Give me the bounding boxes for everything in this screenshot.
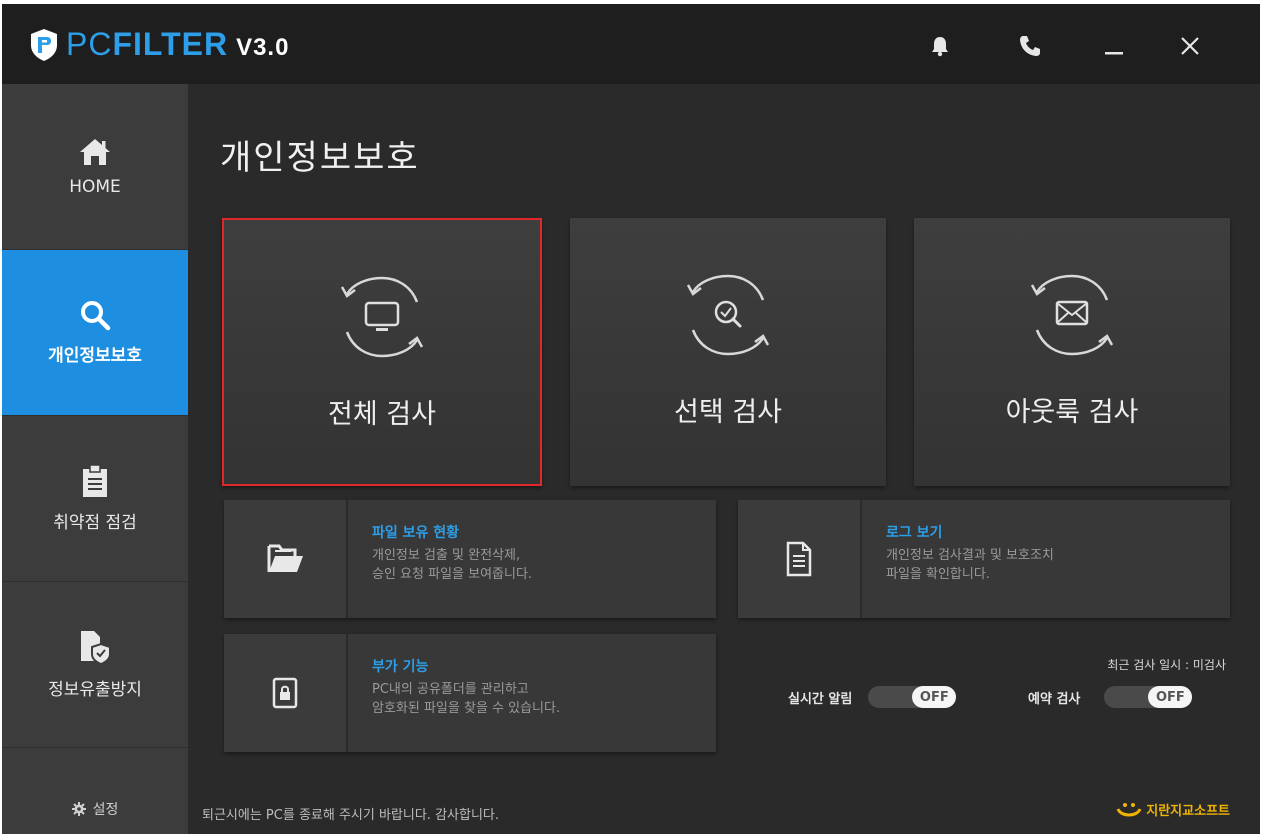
file-status-card[interactable]: 파일 보유 현황 개인정보 검출 및 완전삭제, 승인 요청 파일을 보여줍니다… (224, 500, 716, 618)
file-status-desc-line1: 개인정보 검출 및 완전삭제, (372, 548, 521, 563)
minimize-icon[interactable] (1096, 28, 1132, 64)
settings-button[interactable]: 설정 (2, 784, 188, 834)
outlook-scan-label: 아웃룩 검사 (1005, 397, 1139, 428)
sidebar-item-vulnerability[interactable]: 취약점 점검 (2, 416, 188, 582)
scheduled-scan-row: 예약 검사 OFF (1028, 686, 1193, 708)
sidebar-item-privacy[interactable]: 개인정보보호 (2, 250, 198, 416)
search-icon (81, 301, 111, 331)
monitor-cycle-icon (340, 276, 424, 358)
sidebar: HOME 개인정보보호 취약점 점검 정보유출방지 설정 (2, 84, 198, 834)
page-title: 개인정보보호 (220, 138, 420, 178)
scheduled-scan-label: 예약 검사 (1028, 691, 1081, 707)
logo-pc-text: PC (66, 26, 113, 62)
extra-features-desc-line1: PC내의 공유폴더를 관리하고 (372, 682, 529, 697)
sidebar-item-leak-prevention[interactable]: 정보유출방지 (2, 582, 188, 748)
selective-scan-button[interactable]: 선택 검사 (570, 218, 886, 486)
app-logo: PCFILTER V3.0 (30, 26, 289, 63)
active-indicator (188, 320, 198, 340)
magnifier-cycle-icon (686, 274, 770, 356)
extra-features-desc-line2: 암호화된 파일을 찾을 수 있습니다. (372, 701, 561, 716)
clipboard-icon (83, 464, 107, 497)
file-shield-icon (81, 631, 111, 665)
sidebar-item-label: 취약점 점검 (53, 513, 137, 533)
document-icon (786, 541, 812, 577)
realtime-alert-label: 실시간 알림 (788, 691, 853, 707)
full-scan-button[interactable]: 전체 검사 (222, 218, 542, 486)
recent-scan-time: 최근 검사 일시 : 미검사 (1107, 658, 1226, 672)
sidebar-item-label: 정보유출방지 (48, 680, 142, 700)
gear-icon (71, 802, 86, 816)
app-version: V3.0 (236, 34, 290, 61)
footer-message: 퇴근시에는 PC를 종료해 주시기 바랍니다. 감사합니다. (202, 808, 500, 823)
sidebar-item-label: 개인정보보호 (48, 346, 142, 366)
file-status-title: 파일 보유 현황 (372, 525, 460, 541)
log-view-desc-line1: 개인정보 검사결과 및 보호조치 (886, 548, 1054, 563)
sidebar-item-home[interactable]: HOME (2, 84, 188, 250)
selective-scan-label: 선택 검사 (674, 397, 782, 428)
lock-file-icon (272, 677, 298, 709)
app-window: PCFILTER V3.0 HOME 개인정보보호 취약점 점검 정보유출방지 … (2, 4, 1260, 834)
settings-label: 설정 (92, 802, 119, 818)
folder-icon (267, 544, 303, 572)
brand-name: 지란지교소프트 (1146, 804, 1230, 819)
shield-logo-icon (31, 28, 57, 61)
title-bar: PCFILTER V3.0 (2, 4, 1260, 84)
extra-features-title: 부가 기능 (372, 659, 429, 675)
log-view-desc-line2: 파일을 확인합니다. (886, 567, 990, 582)
realtime-alert-state: OFF (912, 686, 957, 708)
log-view-title: 로그 보기 (886, 525, 943, 541)
bell-icon[interactable] (922, 28, 958, 64)
extra-features-card[interactable]: 부가 기능 PC내의 공유폴더를 관리하고 암호화된 파일을 찾을 수 있습니다… (224, 634, 716, 752)
mail-cycle-icon (1030, 274, 1114, 356)
phone-icon[interactable] (1012, 28, 1048, 64)
full-scan-label: 전체 검사 (328, 399, 436, 430)
file-status-desc-line2: 승인 요청 파일을 보여줍니다. (372, 567, 533, 582)
realtime-alert-row: 실시간 알림 OFF (788, 686, 957, 708)
logo-filter-text: FILTER (112, 26, 229, 62)
home-icon (80, 138, 110, 165)
scheduled-scan-toggle[interactable]: OFF (1104, 686, 1193, 708)
scheduled-scan-state: OFF (1148, 686, 1193, 708)
smile-logo-icon (1116, 802, 1142, 816)
realtime-alert-toggle[interactable]: OFF (868, 686, 957, 708)
brand-logo: 지란지교소프트 (1116, 800, 1230, 819)
outlook-scan-button[interactable]: 아웃룩 검사 (914, 218, 1230, 486)
sidebar-item-label: HOME (69, 176, 121, 197)
close-icon[interactable] (1172, 28, 1208, 64)
log-view-card[interactable]: 로그 보기 개인정보 검사결과 및 보호조치 파일을 확인합니다. (738, 500, 1230, 618)
